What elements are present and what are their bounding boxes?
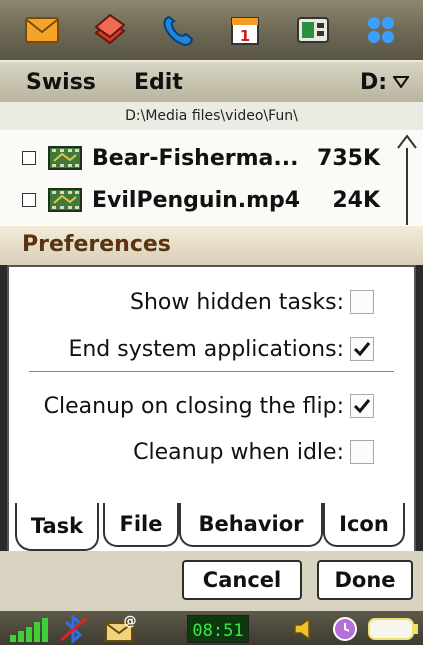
battery-icon	[368, 618, 418, 640]
option-end-system-applications[interactable]: End system applications:	[68, 332, 374, 366]
apps-grid-icon[interactable]	[362, 11, 400, 49]
file-checkbox[interactable]	[22, 193, 36, 207]
menu-edit[interactable]: Edit	[134, 70, 183, 95]
tab-file[interactable]: File	[103, 503, 179, 547]
chevron-down-icon	[392, 73, 410, 92]
dialog-title: Preferences	[0, 225, 423, 265]
button-row: Cancel Done	[0, 551, 423, 611]
checkmark-icon	[353, 399, 371, 414]
file-list: Bear-Fisherma... 735K EvilPenguin.mp4 24…	[0, 130, 423, 225]
file-checkbox[interactable]	[22, 151, 36, 165]
menu-swiss[interactable]: Swiss	[26, 70, 96, 95]
scroll-up-arrow-icon	[397, 134, 417, 149]
cancel-button[interactable]: Cancel	[182, 560, 302, 600]
drive-label: D:	[359, 70, 387, 95]
option-cleanup-when-idle[interactable]: Cleanup when idle:	[133, 435, 374, 469]
option-label: Cleanup on closing the flip:	[43, 393, 344, 419]
divider	[29, 371, 394, 372]
status-bar: @ 08:51	[0, 611, 423, 645]
option-label: Show hidden tasks:	[130, 289, 344, 315]
preferences-panel: Show hidden tasks: End system applicatio…	[7, 265, 416, 503]
option-cleanup-on-closing-flip[interactable]: Cleanup on closing the flip:	[44, 389, 374, 423]
scrollbar[interactable]	[395, 130, 419, 225]
menu-bar: Swiss Edit D:	[0, 60, 423, 102]
phone-icon[interactable]	[159, 11, 197, 49]
speaker-icon[interactable]	[292, 616, 322, 642]
video-file-icon	[48, 188, 82, 212]
tab-strip: Task File Behavior Icon	[7, 503, 416, 551]
file-size: 24K	[332, 187, 380, 213]
envelope-icon[interactable]	[23, 11, 61, 49]
bluetooth-icon	[60, 615, 88, 643]
books-icon[interactable]	[91, 11, 129, 49]
svg-text:@: @	[124, 614, 137, 629]
clock: 08:51	[187, 615, 249, 643]
option-checkbox[interactable]	[350, 337, 374, 361]
path-bar: D:\Media files\video\Fun\	[0, 102, 423, 131]
done-button[interactable]: Done	[317, 560, 413, 600]
file-name: EvilPenguin.mp4	[92, 187, 301, 213]
option-show-hidden-tasks[interactable]: Show hidden tasks:	[130, 285, 374, 319]
file-name: Bear-Fisherma...	[92, 145, 299, 171]
media-icon[interactable]	[294, 11, 332, 49]
option-label: End system applications:	[68, 336, 344, 362]
mail-at-icon: @	[105, 614, 137, 642]
checkmark-icon	[353, 342, 371, 357]
option-checkbox[interactable]	[350, 440, 374, 464]
file-row[interactable]: EvilPenguin.mp4 24K	[0, 180, 400, 220]
app-bar: 1	[0, 0, 423, 60]
svg-text:1: 1	[240, 27, 250, 45]
drive-selector[interactable]: D:	[359, 70, 410, 95]
video-file-icon	[48, 146, 82, 170]
tab-task[interactable]: Task	[15, 503, 99, 551]
file-size: 735K	[317, 145, 380, 171]
signal-icon	[10, 618, 48, 642]
tab-behavior[interactable]: Behavior	[179, 503, 323, 547]
option-label: Cleanup when idle:	[133, 439, 344, 465]
option-checkbox[interactable]	[350, 290, 374, 314]
file-row[interactable]: Bear-Fisherma... 735K	[0, 138, 400, 178]
alarm-clock-icon	[333, 617, 357, 641]
tab-icon[interactable]: Icon	[323, 503, 405, 547]
option-checkbox[interactable]	[350, 394, 374, 418]
calendar-icon[interactable]: 1	[226, 11, 264, 49]
